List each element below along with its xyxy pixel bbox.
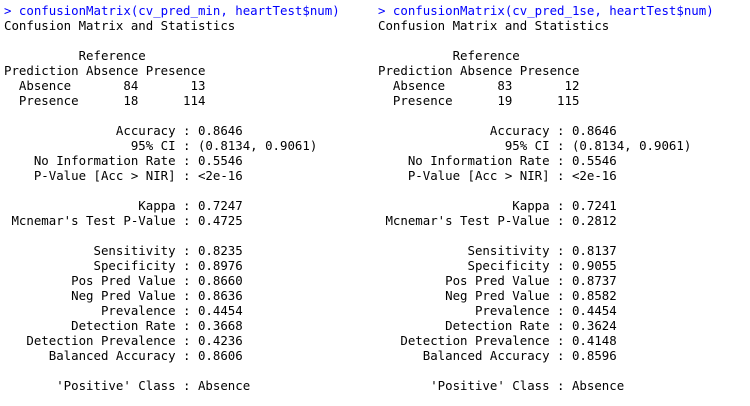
stat-prevalence: Prevalence : 0.4454	[4, 303, 243, 318]
stat-mcnemar-p-value: Mcnemar's Test P-Value : 0.4725	[4, 213, 243, 228]
stat-balanced-accuracy: Balanced Accuracy : 0.8606	[4, 348, 243, 363]
output-title: Confusion Matrix and Statistics	[4, 18, 236, 33]
stat-pos-pred-value: Pos Pred Value : 0.8737	[378, 273, 617, 288]
output-title: Confusion Matrix and Statistics	[378, 18, 610, 33]
console-output-left: > confusionMatrix(cv_pred_min, heartTest…	[4, 3, 376, 393]
stat-detection-prevalence: Detection Prevalence : 0.4236	[4, 333, 243, 348]
console-output-right: > confusionMatrix(cv_pred_1se, heartTest…	[378, 3, 750, 393]
stat-kappa: Kappa : 0.7241	[378, 198, 617, 213]
stat-accuracy: Accuracy : 0.8646	[4, 123, 243, 138]
stat-mcnemar-p-value: Mcnemar's Test P-Value : 0.2812	[378, 213, 617, 228]
stat-neg-pred-value: Neg Pred Value : 0.8636	[4, 288, 243, 303]
stat-specificity: Specificity : 0.9055	[378, 258, 617, 273]
matrix-row-absence: Absence 84 13	[4, 78, 206, 93]
stat-p-value: P-Value [Acc > NIR] : <2e-16	[4, 168, 243, 183]
command-line[interactable]: > confusionMatrix(cv_pred_1se, heartTest…	[378, 3, 750, 18]
stat-specificity: Specificity : 0.8976	[4, 258, 243, 273]
stat-detection-prevalence: Detection Prevalence : 0.4148	[378, 333, 617, 348]
stat-no-information-rate: No Information Rate : 0.5546	[378, 153, 617, 168]
stat-confidence-interval: 95% CI : (0.8134, 0.9061)	[4, 138, 318, 153]
matrix-reference-header: Reference	[4, 48, 146, 63]
stat-pos-pred-value: Pos Pred Value : 0.8660	[4, 273, 243, 288]
matrix-column-header: Prediction Absence Presence	[4, 63, 206, 78]
stat-positive-class: 'Positive' Class : Absence	[378, 378, 625, 393]
matrix-reference-header: Reference	[378, 48, 520, 63]
stat-neg-pred-value: Neg Pred Value : 0.8582	[378, 288, 617, 303]
stat-positive-class: 'Positive' Class : Absence	[4, 378, 251, 393]
stat-p-value: P-Value [Acc > NIR] : <2e-16	[378, 168, 617, 183]
stat-no-information-rate: No Information Rate : 0.5546	[4, 153, 243, 168]
stat-sensitivity: Sensitivity : 0.8235	[4, 243, 243, 258]
stat-confidence-interval: 95% CI : (0.8134, 0.9061)	[378, 138, 692, 153]
stat-accuracy: Accuracy : 0.8646	[378, 123, 617, 138]
stat-prevalence: Prevalence : 0.4454	[378, 303, 617, 318]
stat-kappa: Kappa : 0.7247	[4, 198, 243, 213]
matrix-row-absence: Absence 83 12	[378, 78, 580, 93]
stat-detection-rate: Detection Rate : 0.3668	[4, 318, 243, 333]
stat-balanced-accuracy: Balanced Accuracy : 0.8596	[378, 348, 617, 363]
matrix-column-header: Prediction Absence Presence	[378, 63, 580, 78]
matrix-row-presence: Presence 18 114	[4, 93, 206, 108]
command-line[interactable]: > confusionMatrix(cv_pred_min, heartTest…	[4, 3, 376, 18]
matrix-row-presence: Presence 19 115	[378, 93, 580, 108]
stat-sensitivity: Sensitivity : 0.8137	[378, 243, 617, 258]
stat-detection-rate: Detection Rate : 0.3624	[378, 318, 617, 333]
